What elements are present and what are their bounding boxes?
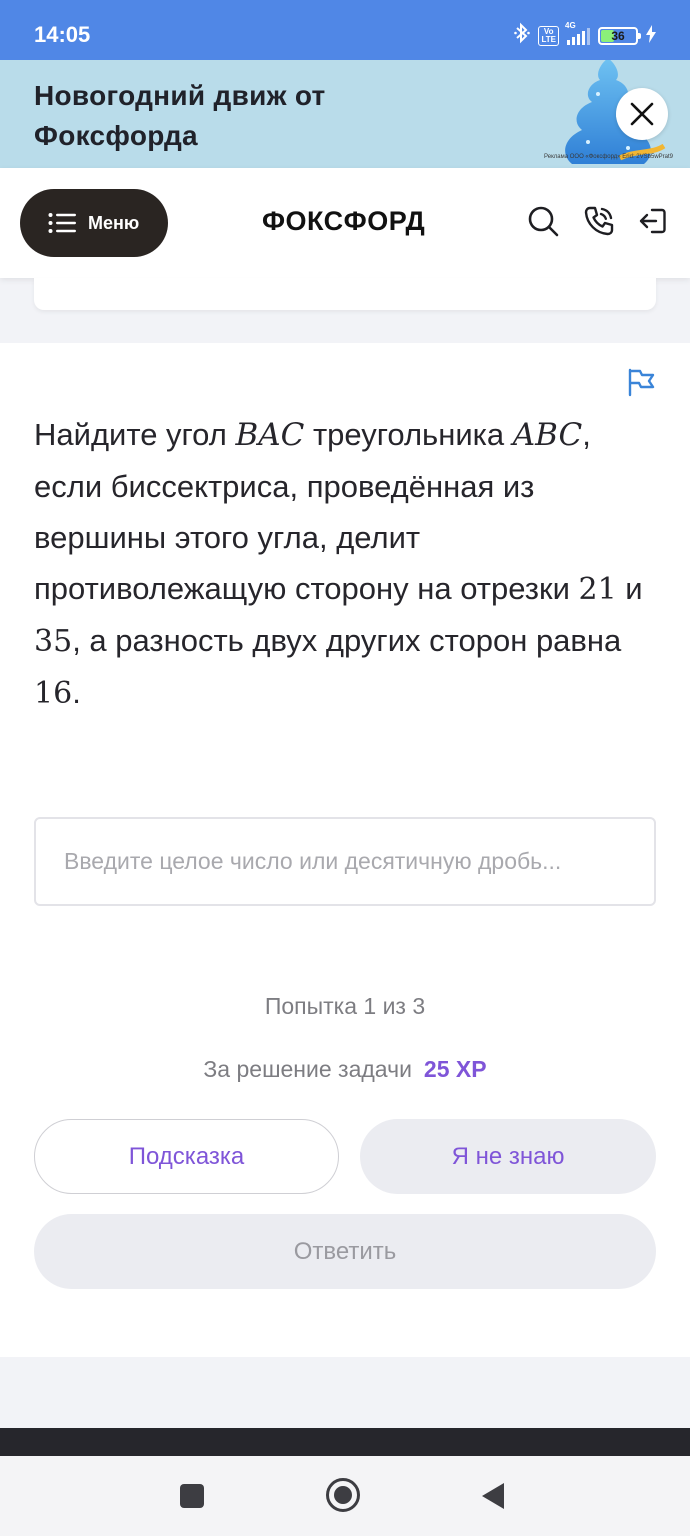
ad-banner[interactable]: Новогодний движ от Фоксфорда Реклама ООО… bbox=[0, 60, 690, 168]
login-icon bbox=[639, 208, 666, 234]
question-text: . bbox=[72, 675, 81, 710]
math-angle: BAC bbox=[235, 417, 305, 453]
banner-legal-text: Реклама ООО «Фоксфорд» Erid: 2VSb5wPrat9 bbox=[544, 154, 673, 160]
previous-card bbox=[34, 278, 656, 310]
menu-icon bbox=[48, 213, 76, 233]
banner-close-button[interactable] bbox=[616, 88, 668, 140]
search-button[interactable] bbox=[526, 204, 560, 238]
dont-know-button-label: Я не знаю bbox=[451, 1142, 565, 1170]
reward-info: За решение задачи 25 XP bbox=[0, 1056, 690, 1083]
answer-input[interactable] bbox=[34, 817, 656, 906]
reward-label: За решение задачи bbox=[203, 1056, 412, 1082]
math-number: 16 bbox=[34, 676, 73, 711]
math-triangle: ABC bbox=[512, 417, 583, 453]
battery-icon: 36 bbox=[598, 26, 641, 45]
menu-button[interactable]: Меню bbox=[20, 189, 168, 257]
question-text: и bbox=[616, 571, 643, 606]
question-text: , а разность двух других сторон равна bbox=[72, 623, 622, 658]
banner-title: Новогодний движ от Фоксфорда bbox=[34, 80, 326, 151]
math-number: 35 bbox=[34, 624, 73, 659]
bluetooth-icon bbox=[514, 22, 531, 49]
network-type-label: 4G bbox=[565, 20, 576, 30]
close-icon bbox=[630, 102, 654, 126]
status-bar: 14:05 Vo LTE 4G 36 bbox=[0, 0, 690, 60]
charging-icon bbox=[646, 24, 656, 47]
system-nav-bar bbox=[0, 1456, 690, 1536]
reward-xp: 25 XP bbox=[423, 1056, 487, 1082]
report-flag-icon[interactable] bbox=[626, 367, 656, 397]
footer-strip bbox=[0, 1428, 690, 1456]
submit-answer-button[interactable]: Ответить bbox=[34, 1214, 656, 1289]
search-icon bbox=[528, 206, 559, 237]
battery-level: 36 bbox=[611, 28, 625, 43]
status-time: 14:05 bbox=[34, 22, 91, 47]
login-button[interactable] bbox=[636, 204, 670, 238]
status-icons: Vo LTE 4G 36 bbox=[514, 21, 656, 49]
attempt-counter: Попытка 1 из 3 bbox=[264, 993, 426, 1019]
question-text: Найдите угол bbox=[34, 417, 236, 452]
hint-button-label: Подсказка bbox=[128, 1142, 245, 1170]
recents-icon[interactable] bbox=[180, 1484, 204, 1508]
submit-answer-label: Ответить bbox=[293, 1237, 397, 1265]
task-question: Найдите угол BAC треугольника ABC, если … bbox=[34, 409, 664, 719]
site-header: Меню ФОКСФОРД bbox=[0, 168, 690, 278]
hint-button[interactable]: Подсказка bbox=[34, 1119, 339, 1194]
home-icon[interactable] bbox=[326, 1478, 360, 1512]
dont-know-button[interactable]: Я не знаю bbox=[360, 1119, 656, 1194]
foxford-logo[interactable]: ФОКСФОРД bbox=[262, 206, 425, 237]
math-number: 21 bbox=[578, 572, 617, 607]
menu-label: Меню bbox=[88, 212, 140, 233]
signal-icon: 4G bbox=[565, 21, 590, 45]
call-button[interactable] bbox=[582, 204, 616, 238]
phone-icon bbox=[584, 206, 614, 236]
back-icon[interactable] bbox=[482, 1483, 504, 1509]
task-card: Найдите угол BAC треугольника ABC, если … bbox=[0, 343, 690, 1357]
question-text: треугольника bbox=[304, 417, 513, 452]
volte-icon: Vo LTE bbox=[538, 25, 559, 46]
